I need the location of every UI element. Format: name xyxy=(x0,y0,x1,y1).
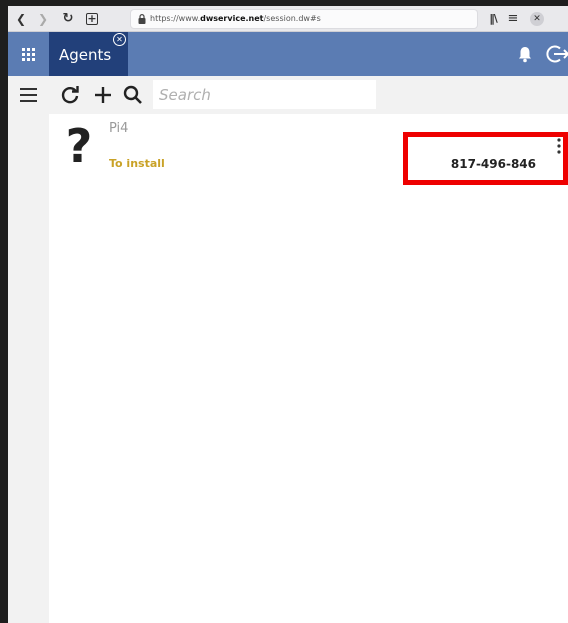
forward-button[interactable]: ❯ xyxy=(36,6,50,32)
search-icon[interactable] xyxy=(122,84,144,106)
browser-toolbar: ❮ ❯ ↻ + https://www.dwservice.net/sessio… xyxy=(8,6,568,32)
url-bar[interactable]: https://www.dwservice.net/session.dw#s xyxy=(130,9,478,29)
tab-close-icon[interactable]: ✕ xyxy=(113,33,126,46)
add-icon[interactable] xyxy=(92,84,114,106)
agent-list: ? Pi4 To install 817-496-846 xyxy=(49,114,568,623)
agent-status: To install xyxy=(109,157,165,170)
back-button[interactable]: ❮ xyxy=(14,6,28,32)
question-mark-icon: ? xyxy=(65,119,93,173)
container-icon[interactable]: + xyxy=(86,13,98,25)
reload-button[interactable]: ↻ xyxy=(60,6,76,32)
logout-icon[interactable] xyxy=(546,43,568,65)
url-text: https://www.dwservice.net/session.dw#s xyxy=(150,14,321,23)
tab-agents[interactable]: Agents ✕ xyxy=(49,32,128,76)
tab-title: Agents xyxy=(59,46,112,64)
bell-icon[interactable] xyxy=(515,44,535,64)
library-icon[interactable]: ‖\ xyxy=(486,6,500,32)
app-header: Agents ✕ xyxy=(8,32,568,76)
refresh-icon[interactable] xyxy=(59,84,81,106)
sidebar xyxy=(8,76,49,623)
agent-name: Pi4 xyxy=(109,121,129,136)
apps-grid-icon xyxy=(22,48,35,61)
apps-button[interactable] xyxy=(8,32,49,76)
toolbar xyxy=(49,76,568,114)
search-input[interactable] xyxy=(153,80,376,109)
app-window: Agents ✕ Search ? Pi4 To install 817-496… xyxy=(8,32,568,623)
close-icon[interactable]: ✕ xyxy=(530,12,544,26)
lock-icon xyxy=(138,14,146,24)
highlight-box xyxy=(403,132,568,185)
hamburger-menu-icon[interactable] xyxy=(20,88,37,102)
menu-icon[interactable]: ≡ xyxy=(506,6,520,32)
